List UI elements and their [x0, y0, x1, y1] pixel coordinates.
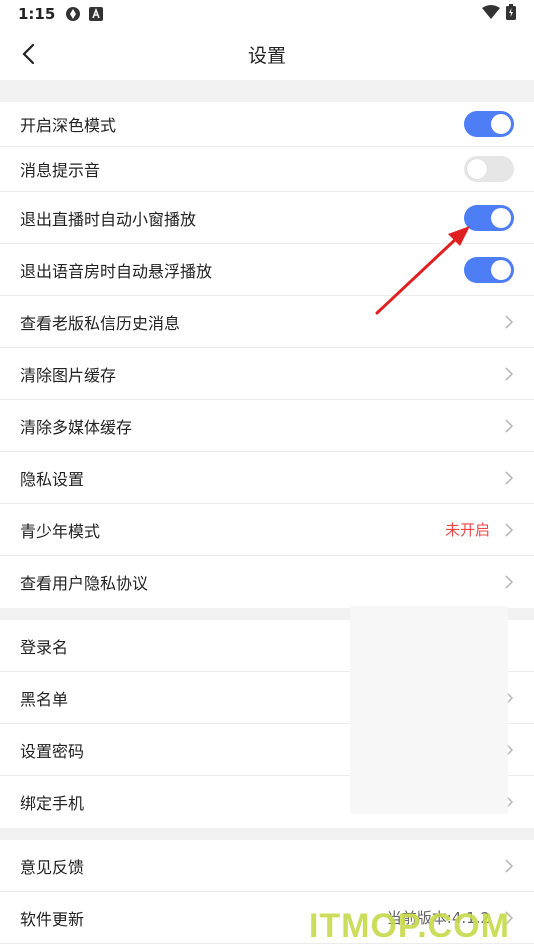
setting-label: 退出直播时自动小窗播放: [20, 209, 197, 229]
app-notification-icon: [65, 6, 81, 22]
voice-room-float-toggle[interactable]: [464, 256, 514, 283]
chevron-right-icon: [505, 575, 514, 589]
chevron-right-icon: [505, 522, 514, 537]
setting-teen-mode[interactable]: 青少年模式 未开启: [0, 504, 534, 556]
page-title: 设置: [247, 44, 286, 67]
setting-label: 消息提示音: [20, 161, 101, 180]
settings-section-general: 开启深色模式 消息提示音 退出直播时自动小窗播放 退出语音房时自动悬浮播放 查看…: [0, 102, 534, 608]
setting-privacy-agreement[interactable]: 查看用户隐私协议: [0, 556, 534, 608]
setting-label: 青少年模式: [20, 521, 101, 541]
setting-old-messages[interactable]: 查看老版私信历史消息: [0, 296, 534, 348]
setting-label: 绑定手机: [20, 794, 85, 813]
section-divider: [0, 828, 534, 840]
redacted-area: [350, 606, 508, 814]
watermark-logo: ITMOP.COM: [308, 907, 510, 945]
battery-icon: [506, 4, 516, 24]
chevron-right-icon: [505, 418, 514, 433]
setting-label: 设置密码: [20, 741, 85, 761]
teen-mode-status: 未开启: [444, 521, 490, 539]
setting-dark-mode[interactable]: 开启深色模式: [0, 102, 534, 147]
setting-voice-room-float[interactable]: 退出语音房时自动悬浮播放: [0, 244, 534, 296]
message-sound-toggle[interactable]: [464, 156, 514, 182]
setting-clear-image-cache[interactable]: 清除图片缓存: [0, 348, 534, 400]
setting-label: 查看用户隐私协议: [20, 574, 149, 593]
setting-label: 隐私设置: [20, 469, 85, 489]
setting-label: 退出语音房时自动悬浮播放: [20, 261, 213, 281]
setting-clear-media-cache[interactable]: 清除多媒体缓存: [0, 400, 534, 452]
setting-label: 查看老版私信历史消息: [20, 313, 181, 333]
setting-live-mini-window[interactable]: 退出直播时自动小窗播放: [0, 192, 534, 244]
setting-label: 清除图片缓存: [20, 365, 117, 385]
chevron-right-icon: [505, 314, 514, 329]
section-divider: [0, 80, 534, 102]
status-time: 1:15: [18, 5, 56, 23]
setting-label: 黑名单: [20, 689, 69, 709]
status-bar: 1:15: [0, 0, 534, 28]
setting-label: 开启深色模式: [20, 116, 117, 135]
setting-privacy[interactable]: 隐私设置: [0, 452, 534, 504]
chevron-right-icon: [505, 858, 514, 873]
nav-bar: 设置: [0, 28, 534, 80]
back-arrow-icon: [22, 43, 35, 65]
back-button[interactable]: [14, 40, 42, 68]
dark-mode-toggle[interactable]: [464, 111, 514, 137]
live-mini-window-toggle[interactable]: [464, 204, 514, 231]
setting-label: 软件更新: [20, 909, 85, 929]
setting-label: 清除多媒体缓存: [20, 417, 133, 437]
chevron-right-icon: [505, 470, 514, 485]
chevron-right-icon: [505, 366, 514, 381]
setting-label: 意见反馈: [20, 857, 85, 877]
wifi-icon: [482, 5, 500, 23]
setting-feedback[interactable]: 意见反馈: [0, 840, 534, 892]
setting-message-sound[interactable]: 消息提示音: [0, 147, 534, 192]
setting-label: 登录名: [20, 637, 69, 657]
a-notification-icon: [89, 7, 104, 21]
